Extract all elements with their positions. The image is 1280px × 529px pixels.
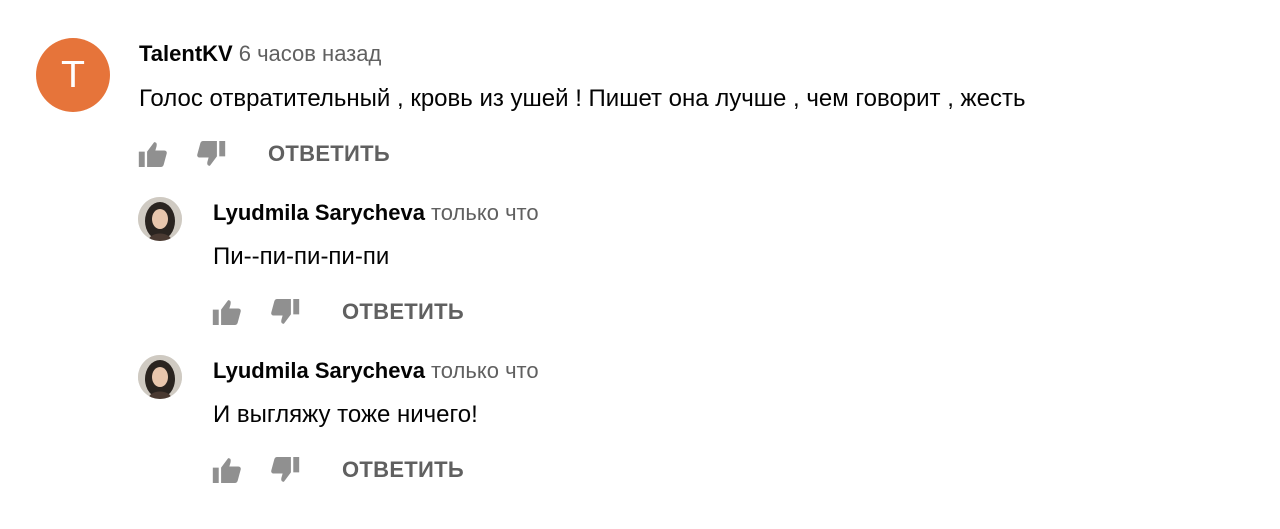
reply-author[interactable]: Lyudmila Sarycheva [213,358,425,383]
reply-time[interactable]: только что [431,358,539,383]
avatar[interactable] [138,355,182,399]
reply-thread: Lyudmila Sarycheva только что И выгляжу т… [0,338,1280,498]
avatar-letter: T [62,54,84,96]
reply-actions: ОТВЕТИТЬ [212,297,464,327]
comment-thread: T TalentKV 6 часов назад Голос отвратител… [0,0,1280,180]
dislike-button[interactable] [270,297,300,327]
reply-header: Lyudmila Sarycheva только что [213,199,539,227]
thumbs-up-icon [212,458,241,483]
reply-button[interactable]: ОТВЕТИТЬ [342,299,464,325]
reply-text: И выгляжу тоже ничего! [213,401,478,428]
reply-author[interactable]: Lyudmila Sarycheva [213,200,425,225]
like-button[interactable] [212,455,242,485]
thumbs-down-icon [271,457,300,482]
comment-header: TalentKV 6 часов назад [139,40,381,68]
reply-button[interactable]: ОТВЕТИТЬ [342,457,464,483]
thumbs-down-icon [271,299,300,324]
reply-thread: Lyudmila Sarycheva только что Пи--пи-пи-п… [0,180,1280,340]
avatar[interactable] [138,197,182,241]
thumbs-up-icon [212,300,241,325]
reply-text: Пи--пи-пи-пи-пи [213,243,390,270]
dislike-button[interactable] [196,139,226,169]
avatar[interactable]: T [36,38,110,112]
reply-actions: ОТВЕТИТЬ [212,455,464,485]
like-button[interactable] [138,139,168,169]
comment-text: Голос отвратительный , кровь из ушей ! П… [139,85,1026,112]
thumbs-down-icon [197,141,226,166]
comment-author[interactable]: TalentKV [139,41,233,66]
user-photo-icon [138,355,182,399]
reply-time[interactable]: только что [431,200,539,225]
reply-button[interactable]: ОТВЕТИТЬ [268,141,390,167]
comment-actions: ОТВЕТИТЬ [138,139,390,169]
thumbs-up-icon [138,142,167,167]
like-button[interactable] [212,297,242,327]
comment-time[interactable]: 6 часов назад [239,41,382,66]
user-photo-icon [138,197,182,241]
reply-header: Lyudmila Sarycheva только что [213,357,539,385]
dislike-button[interactable] [270,455,300,485]
